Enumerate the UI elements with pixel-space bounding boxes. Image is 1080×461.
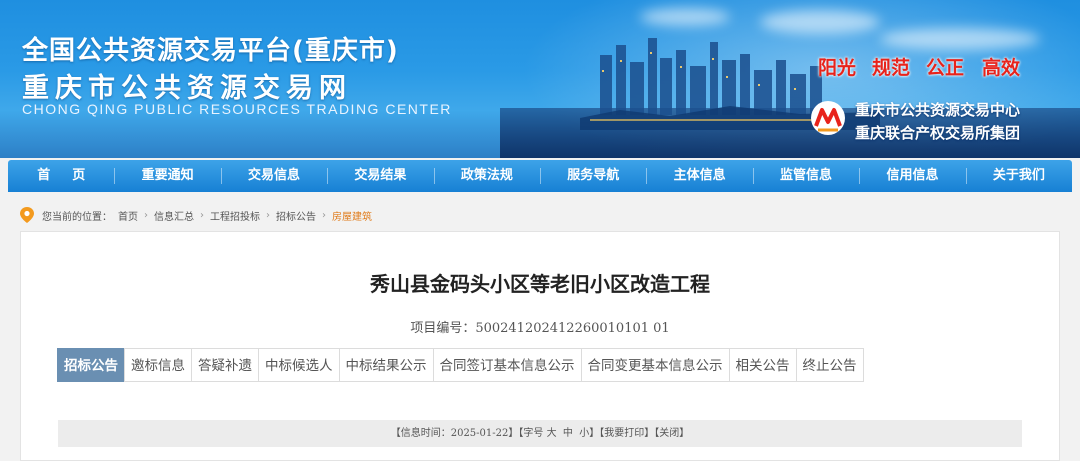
nav-item-service-guide[interactable]: 服务导航 (540, 160, 646, 192)
nav-item-home[interactable]: 首页 (8, 160, 114, 192)
site-title-line2: 重庆市公共资源交易网 (22, 73, 352, 104)
breadcrumb-prefix: 您当前的位置： (42, 211, 112, 223)
nav-item-credit[interactable]: 信用信息 (859, 160, 965, 192)
slogan-3: 公正 (926, 57, 965, 79)
font-size-medium-button[interactable]: 中 (563, 428, 573, 439)
site-title-line1: 全国公共资源交易平台(重庆市) (22, 36, 399, 66)
location-pin-icon (20, 207, 34, 223)
chevron-right-icon: › (200, 209, 204, 221)
tab-tender-notice[interactable]: 招标公告 (57, 348, 125, 382)
notice-tabs: 招标公告 邀标信息 答疑补遗 中标候选人 中标结果公示 合同签订基本信息公示 合… (57, 348, 864, 382)
nav-item-about[interactable]: 关于我们 (965, 160, 1072, 192)
breadcrumb: 您当前的位置： 首页 › 信息汇总 › 工程招投标 › 招标公告 › 房屋建筑 (20, 207, 378, 223)
slogan-1: 阳光 (818, 57, 857, 79)
tab-qa-supplement[interactable]: 答疑补遗 (191, 348, 259, 382)
project-number: 项目编号：500241202412260010101 01 (410, 321, 670, 336)
main-nav: 首页 重要通知 交易信息 交易结果 政策法规 服务导航 主体信息 监管信息 信用… (8, 160, 1072, 192)
nav-item-notices[interactable]: 重要通知 (114, 160, 220, 192)
font-size-label: 【字号 (518, 428, 544, 439)
tab-contract-change[interactable]: 合同变更基本信息公示 (580, 348, 730, 382)
breadcrumb-current[interactable]: 房屋建筑 (332, 208, 372, 223)
info-time: 【信息时间：2025-01-22】 (390, 428, 519, 439)
breadcrumb-tender-notice[interactable]: 招标公告 (276, 208, 316, 223)
organization-name-1: 重庆市公共资源交易中心 (855, 101, 1021, 119)
nav-item-supervision[interactable]: 监管信息 (752, 160, 859, 192)
tab-termination-notice[interactable]: 终止公告 (795, 348, 864, 382)
tab-winning-candidates[interactable]: 中标候选人 (258, 348, 340, 382)
article-info-bar: 【信息时间：2025-01-22】【字号 大 中 小】【我要打印】【关闭】 (58, 420, 1022, 447)
close-button[interactable]: 【关闭】 (654, 428, 689, 439)
slogan-4: 高效 (982, 57, 1021, 79)
breadcrumb-engineering[interactable]: 工程招投标 (210, 208, 260, 223)
cloud-decoration (880, 28, 1040, 50)
tab-award-results[interactable]: 中标结果公示 (338, 348, 434, 382)
tab-invitation-info[interactable]: 邀标信息 (124, 348, 192, 382)
chevron-right-icon: › (144, 209, 148, 221)
tab-contract-signing[interactable]: 合同签订基本信息公示 (432, 348, 582, 382)
breadcrumb-home[interactable]: 首页 (118, 208, 138, 223)
site-title-english: CHONG QING PUBLIC RESOURCES TRADING CENT… (22, 101, 452, 117)
chevron-right-icon: › (266, 209, 270, 221)
organization-name-2: 重庆联合产权交易所集团 (855, 124, 1021, 142)
breadcrumb-summary[interactable]: 信息汇总 (154, 208, 194, 223)
slogan-2: 规范 (872, 57, 911, 79)
font-size-small-button[interactable]: 小】 (579, 428, 599, 439)
nav-item-policies[interactable]: 政策法规 (433, 160, 540, 192)
print-button[interactable]: 【我要打印】 (599, 428, 654, 439)
font-size-large-button[interactable]: 大 (547, 428, 557, 439)
site-banner: 全国公共资源交易平台(重庆市) 重庆市公共资源交易网 CHONG QING PU… (0, 0, 1080, 158)
chevron-right-icon: › (322, 209, 326, 221)
organization-logo-icon (811, 101, 845, 135)
nav-item-entity-info[interactable]: 主体信息 (646, 160, 752, 192)
nav-item-trade-info[interactable]: 交易信息 (220, 160, 327, 192)
nav-item-trade-results[interactable]: 交易结果 (327, 160, 433, 192)
page-title: 秀山县金码头小区等老旧小区改造工程 (370, 272, 710, 296)
tab-related-notices[interactable]: 相关公告 (728, 348, 797, 382)
